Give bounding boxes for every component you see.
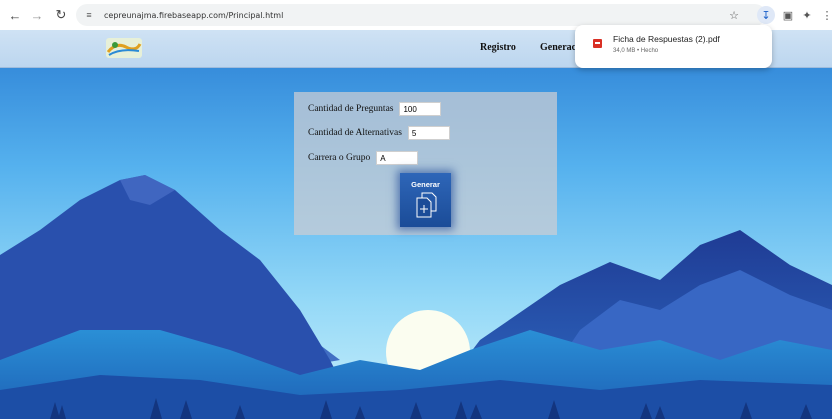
download-popup[interactable]: Ficha de Respuestas (2).pdf 34,0 MB • He… bbox=[575, 25, 772, 68]
url-text[interactable]: cepreunajma.firebaseapp.com/Principal.ht… bbox=[104, 11, 283, 20]
download-icon[interactable]: ↧ bbox=[757, 6, 775, 24]
alternatives-row: Cantidad de Alternativas 5 bbox=[308, 126, 450, 140]
download-filename[interactable]: Ficha de Respuestas (2).pdf bbox=[613, 34, 720, 44]
reload-icon[interactable]: ↻ bbox=[52, 6, 70, 24]
menu-icon[interactable]: ⋮ bbox=[818, 6, 832, 24]
pdf-file-icon bbox=[593, 39, 602, 48]
generator-form: Cantidad de Preguntas 100 Cantidad de Al… bbox=[294, 92, 557, 235]
download-status: 34,0 MB • Hecho bbox=[613, 48, 659, 54]
site-logo[interactable] bbox=[106, 38, 142, 58]
generate-button[interactable]: Generar bbox=[400, 173, 451, 227]
copy-document-icon bbox=[416, 192, 436, 218]
nav-generar-link[interactable]: Generac bbox=[540, 42, 576, 53]
questions-input[interactable]: 100 bbox=[399, 102, 442, 116]
forward-icon[interactable]: → bbox=[28, 6, 46, 24]
generate-button-label: Generar bbox=[411, 180, 440, 189]
nav-registro-link[interactable]: Registro bbox=[480, 42, 516, 53]
alternatives-input[interactable]: 5 bbox=[407, 126, 450, 140]
address-bar[interactable]: ≡ cepreunajma.firebaseapp.com/Principal.… bbox=[76, 4, 766, 26]
site-info-icon[interactable]: ≡ bbox=[82, 8, 96, 22]
group-input[interactable]: A bbox=[376, 151, 419, 165]
questions-row: Cantidad de Preguntas 100 bbox=[308, 102, 442, 116]
bookmark-star-icon[interactable]: ☆ bbox=[725, 6, 743, 24]
alternatives-label: Cantidad de Alternativas bbox=[308, 128, 402, 138]
group-label: Carrera o Grupo bbox=[308, 153, 371, 163]
group-row: Carrera o Grupo A bbox=[308, 151, 419, 165]
questions-label: Cantidad de Preguntas bbox=[308, 104, 394, 114]
back-icon[interactable]: ← bbox=[6, 6, 24, 24]
extension-icon[interactable]: ✦ bbox=[798, 6, 816, 24]
web-page: Registro Generac Cantidad de Preguntas 1… bbox=[0, 30, 832, 419]
side-panel-icon[interactable]: ▣ bbox=[779, 6, 797, 24]
